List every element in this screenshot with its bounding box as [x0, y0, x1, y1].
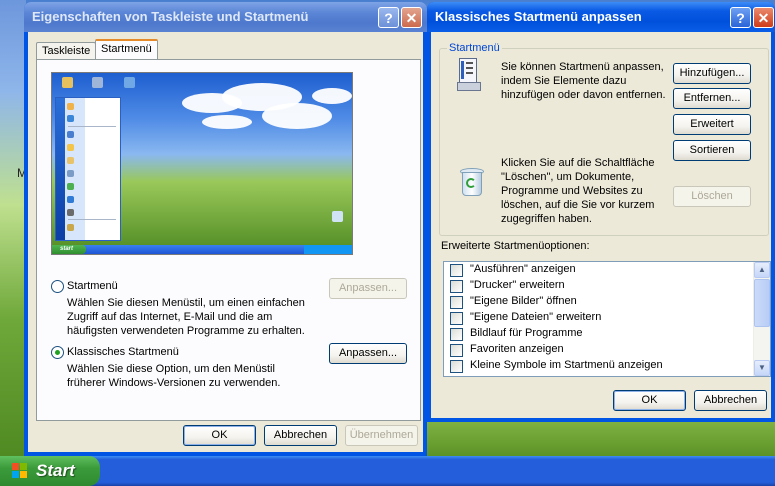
- tab-startmenue[interactable]: Startmenü: [95, 39, 158, 61]
- title-bar[interactable]: Klassisches Startmenü anpassen ? ✕: [427, 2, 775, 32]
- chevron-up-icon[interactable]: ▲: [754, 262, 770, 278]
- remove-button[interactable]: Entfernen...: [673, 88, 751, 109]
- close-icon[interactable]: ✕: [753, 7, 774, 28]
- clear-text: Klicken Sie auf die Schaltfläche "Lösche…: [501, 157, 655, 225]
- cancel-button[interactable]: Abbrechen: [264, 425, 337, 446]
- tab-taskleiste[interactable]: Taskleiste: [36, 42, 97, 60]
- list-item[interactable]: "Eigene Bilder" öffnen: [444, 294, 754, 310]
- preview-menu: [55, 97, 121, 241]
- clear-button[interactable]: Löschen: [673, 186, 751, 207]
- classic-startmenu-dialog: Klassisches Startmenü anpassen ? ✕ Start…: [427, 2, 775, 422]
- start-button[interactable]: Start: [0, 456, 100, 486]
- help-icon[interactable]: ?: [378, 7, 399, 28]
- option-label: "Ausführen" anzeigen: [470, 263, 576, 275]
- startmenu-description: Wählen Sie diesen Menüstil, um einen ein…: [67, 297, 305, 337]
- close-icon[interactable]: ✕: [401, 7, 422, 28]
- advanced-options-label: Erweiterte Startmenüoptionen:: [441, 240, 590, 252]
- list-item[interactable]: Kleine Symbole im Startmenü anzeigen: [444, 358, 754, 374]
- option-label: Bildlauf für Programme: [470, 327, 583, 339]
- ok-button[interactable]: OK: [613, 390, 686, 411]
- group-title: Startmenü: [447, 42, 502, 54]
- radio-classic-startmenu-label[interactable]: Klassisches Startmenü: [67, 346, 179, 358]
- radio-classic-startmenu[interactable]: [51, 346, 64, 359]
- customize-text: Sie können Startmenü anpassen, indem Sie…: [501, 61, 666, 101]
- title-bar[interactable]: Eigenschaften von Taskleiste und Startme…: [24, 2, 427, 32]
- option-label: Kleine Symbole im Startmenü anzeigen: [470, 359, 663, 371]
- checkbox[interactable]: [450, 312, 463, 325]
- taskbar: Start: [0, 456, 775, 486]
- tab-strip: Taskleiste Startmenü: [36, 39, 336, 61]
- cancel-button[interactable]: Abbrechen: [694, 390, 767, 411]
- help-icon[interactable]: ?: [730, 7, 751, 28]
- customize-startmenu-button[interactable]: Anpassen...: [329, 278, 407, 299]
- windows-flag-icon: [12, 463, 29, 479]
- option-label: "Eigene Dateien" erweitern: [470, 311, 602, 323]
- customize-classic-button[interactable]: Anpassen...: [329, 343, 407, 364]
- checkbox[interactable]: [450, 264, 463, 277]
- option-label: "Eigene Bilder" öffnen: [470, 295, 577, 307]
- recycle-bin-icon: [459, 168, 485, 198]
- checkbox[interactable]: [450, 296, 463, 309]
- dialog-title: Klassisches Startmenü anpassen: [435, 9, 642, 24]
- advanced-button[interactable]: Erweitert: [673, 114, 751, 135]
- list-item[interactable]: Favoriten anzeigen: [444, 342, 754, 358]
- radio-startmenu-label[interactable]: Startmenü: [67, 280, 118, 292]
- apply-button[interactable]: Übernehmen: [345, 425, 418, 446]
- scroll-thumb[interactable]: [754, 279, 770, 327]
- checkbox[interactable]: [450, 328, 463, 341]
- advanced-options-list[interactable]: "Ausführen" anzeigen "Drucker" erweitern…: [443, 261, 771, 377]
- checkbox[interactable]: [450, 360, 463, 373]
- ok-button[interactable]: OK: [183, 425, 256, 446]
- list-item[interactable]: "Drucker" erweitern: [444, 278, 754, 294]
- option-label: Favoriten anzeigen: [470, 343, 564, 355]
- start-label: Start: [36, 461, 75, 480]
- checkbox[interactable]: [450, 280, 463, 293]
- scrollbar[interactable]: ▲ ▼: [753, 262, 770, 376]
- preview-desktop-icon: [62, 77, 73, 88]
- preview-desktop-icon: [124, 77, 135, 88]
- window-title: Eigenschaften von Taskleiste und Startme…: [32, 9, 309, 24]
- preview-recycle-icon: [332, 211, 343, 222]
- radio-startmenu[interactable]: [51, 280, 64, 293]
- start-menu-list-icon: [457, 58, 481, 91]
- classic-startmenu-description: Wählen Sie diese Option, um den Menüstil…: [67, 363, 281, 389]
- list-item[interactable]: "Eigene Dateien" erweitern: [444, 310, 754, 326]
- preview-start-button: start: [52, 245, 86, 254]
- list-item[interactable]: Bildlauf für Programme: [444, 326, 754, 342]
- tab-panel: start Startmenü Wählen Sie diesen Menüst…: [36, 59, 421, 421]
- dialog-client: Startmenü Sie können Startmenü anpassen,…: [431, 32, 771, 418]
- add-button[interactable]: Hinzufügen...: [673, 63, 751, 84]
- preview-desktop-icon: [92, 77, 103, 88]
- checkbox[interactable]: [450, 344, 463, 357]
- desktop-background: [0, 0, 26, 456]
- window-client: Taskleiste Startmenü start Startmenü Wäh…: [28, 32, 423, 452]
- sort-button[interactable]: Sortieren: [673, 140, 751, 161]
- desktop-background-right: [427, 422, 775, 456]
- start-menu-preview: start: [51, 72, 353, 255]
- preview-tray: [304, 245, 352, 254]
- list-item[interactable]: "Ausführen" anzeigen: [444, 262, 754, 278]
- option-label: "Drucker" erweitern: [470, 279, 565, 291]
- chevron-down-icon[interactable]: ▼: [754, 360, 770, 376]
- taskbar-properties-window: Eigenschaften von Taskleiste und Startme…: [24, 2, 427, 456]
